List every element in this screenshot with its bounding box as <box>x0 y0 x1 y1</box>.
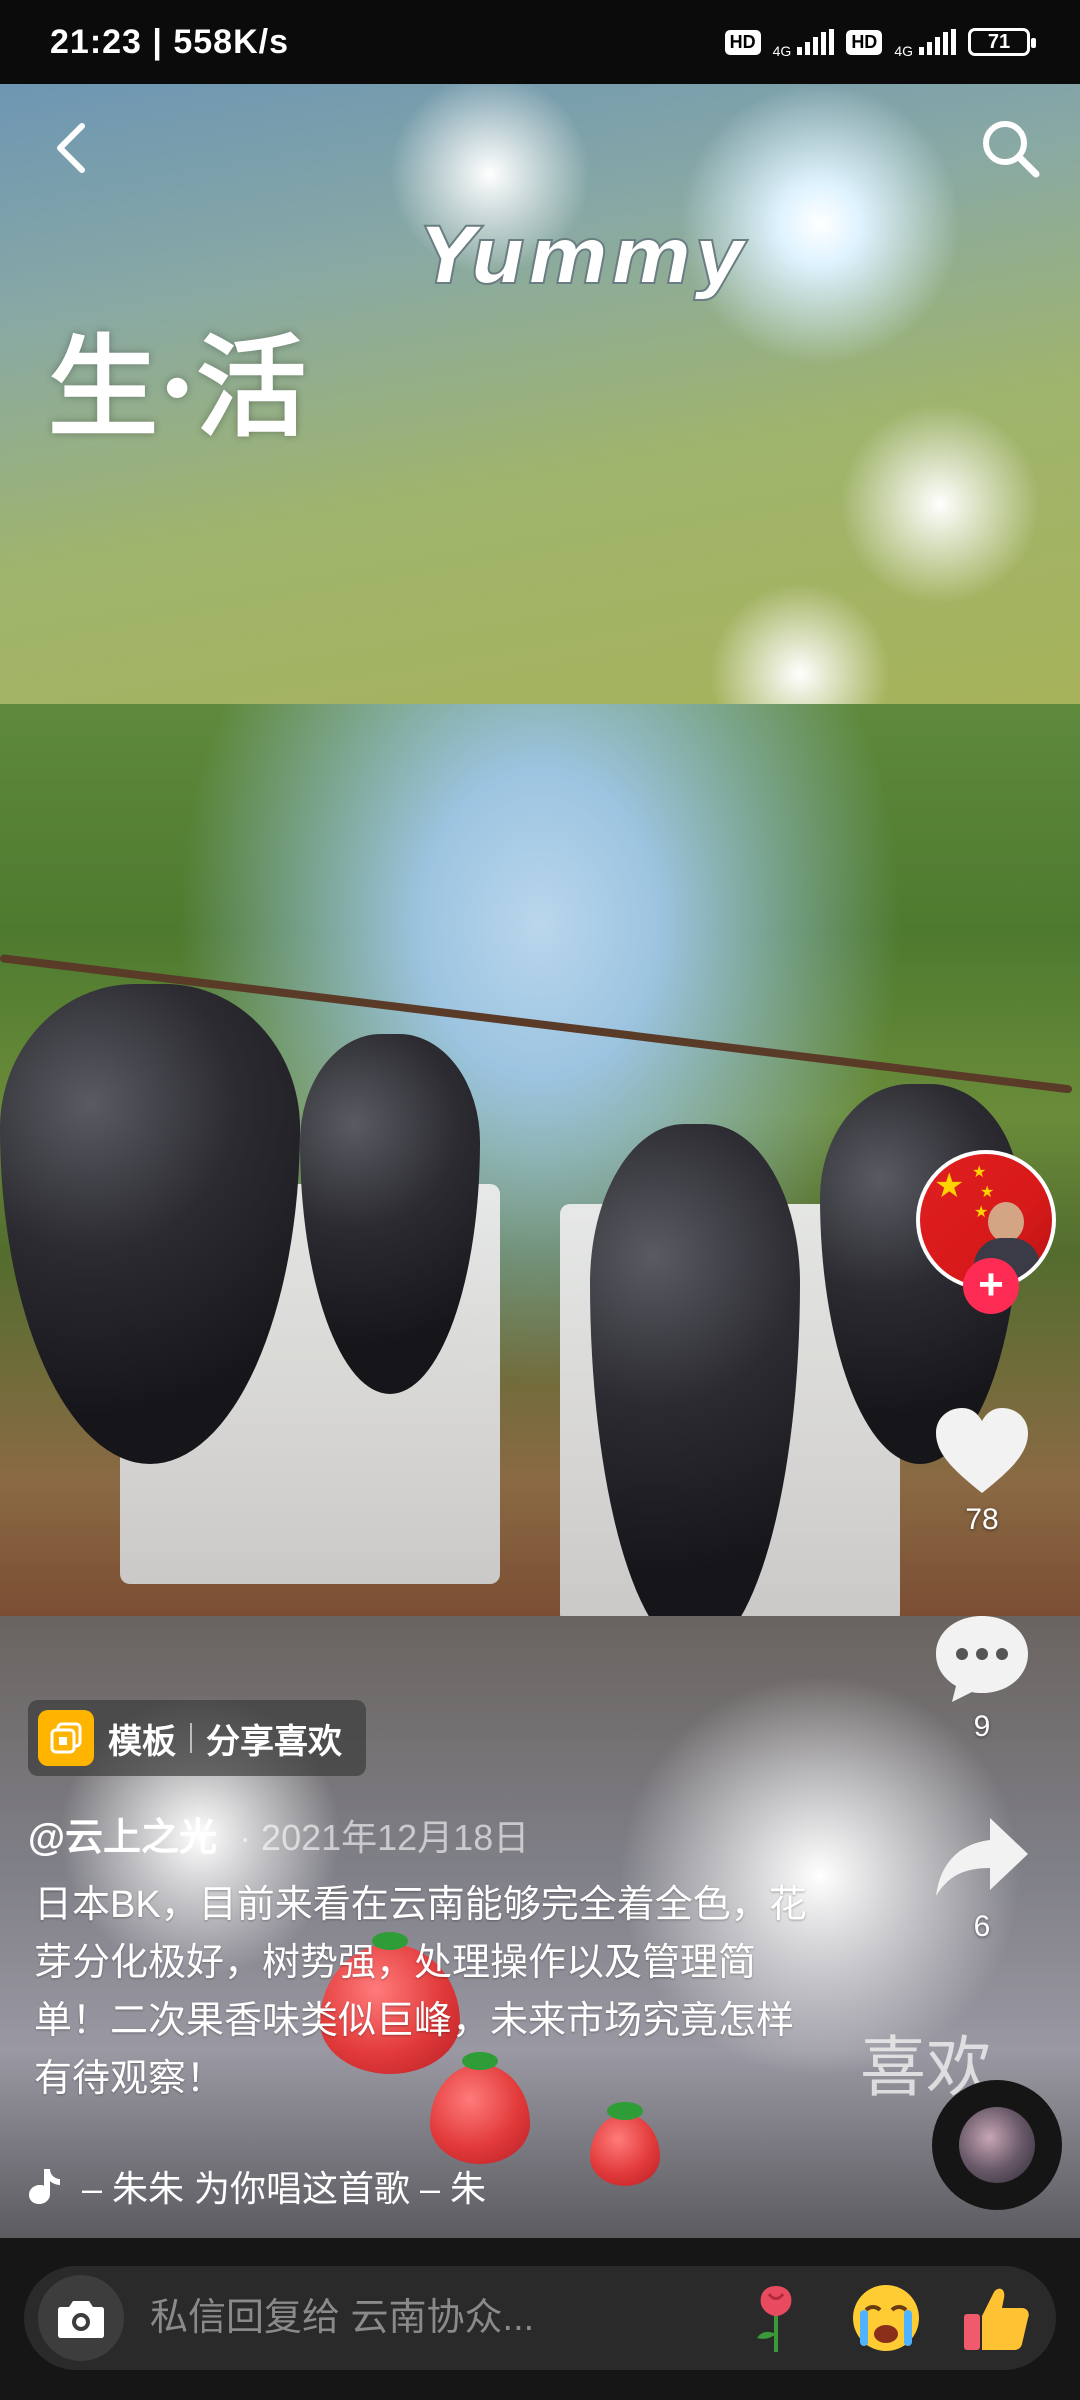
flag-star-icon: ★ <box>980 1184 995 1201</box>
template-icon <box>38 1710 94 1766</box>
search-button[interactable] <box>960 84 1060 212</box>
avatar-face <box>988 1202 1024 1242</box>
like-button[interactable]: 78 <box>902 1405 1062 1537</box>
comment-button[interactable]: 9 <box>902 1612 1062 1744</box>
network-type-label: 4G <box>772 43 792 59</box>
reply-box <box>24 2266 1056 2370</box>
heart-icon <box>936 1408 1028 1493</box>
crying-face-icon <box>853 2285 919 2351</box>
signal-icon-2 <box>919 29 956 55</box>
music-info[interactable]: – 朱朱 为你唱这首歌 – 朱 <box>28 2160 486 2212</box>
author-name[interactable]: @云上之光 <box>28 1806 217 1861</box>
bottom-reply-bar <box>0 2238 1080 2400</box>
status-bar: 21:23 | 558K/s HD 4G HD 4G 71 <box>0 0 1080 84</box>
music-disc[interactable] <box>932 2080 1062 2210</box>
hd-badge-2: HD <box>846 29 883 55</box>
share-arrow-icon <box>936 1818 1028 1896</box>
post-date: · 2021年12月18日 <box>239 1817 530 1858</box>
overlay-sticker-life: 生·活 <box>48 323 307 452</box>
overlay-sticker-yummy: Yummy <box>419 211 747 303</box>
template-label: 模板 <box>108 1722 176 1761</box>
music-cover <box>959 2107 1035 2183</box>
author-line: @云上之光 · 2021年12月18日 <box>28 1806 529 1861</box>
back-button[interactable] <box>20 84 120 212</box>
crying-emoji-button[interactable] <box>846 2278 926 2358</box>
battery-icon: 71 <box>968 28 1036 56</box>
music-title: – 朱朱 为你唱这首歌 – 朱 <box>82 2168 487 2209</box>
thumbs-up-emoji-button[interactable] <box>956 2278 1036 2358</box>
chevron-left-icon <box>57 123 85 173</box>
comment-count: 9 <box>973 1710 991 1743</box>
camera-button[interactable] <box>38 2275 124 2361</box>
music-note-icon <box>29 2169 60 2204</box>
battery-level: 71 <box>987 30 1011 53</box>
comment-bubble-icon <box>936 1616 1028 1702</box>
hd-badge: HD <box>724 29 761 55</box>
reply-input[interactable] <box>148 2295 706 2341</box>
rose-icon <box>757 2286 792 2352</box>
chip-divider <box>190 1723 192 1753</box>
template-chip[interactable]: 模板 分享喜欢 <box>28 1700 366 1776</box>
share-count: 6 <box>973 1910 991 1943</box>
flag-star-icon: ★ <box>974 1204 989 1221</box>
network-type-label-2: 4G <box>894 43 913 59</box>
template-text: 分享喜欢 <box>206 1722 342 1761</box>
rose-emoji-button[interactable] <box>736 2278 816 2358</box>
follow-button[interactable]: + <box>963 1258 1019 1314</box>
thumbs-up-icon <box>964 2288 1029 2350</box>
share-button[interactable]: 6 <box>902 1812 1062 1944</box>
camera-icon <box>58 2301 104 2338</box>
search-icon <box>983 121 1040 178</box>
like-count: 78 <box>965 1503 999 1536</box>
status-icons: HD 4G HD 4G 71 <box>724 25 1036 59</box>
flag-star-icon: ★ <box>934 1167 965 1205</box>
status-time-speed: 21:23 | 558K/s <box>50 22 290 61</box>
flag-star-icon: ★ <box>972 1164 987 1181</box>
signal-icon <box>797 29 835 55</box>
post-description[interactable]: 日本BK，目前来看在云南能够完全着全色，花芽分化极好，树势强，处理操作以及管理简… <box>34 1876 814 2108</box>
